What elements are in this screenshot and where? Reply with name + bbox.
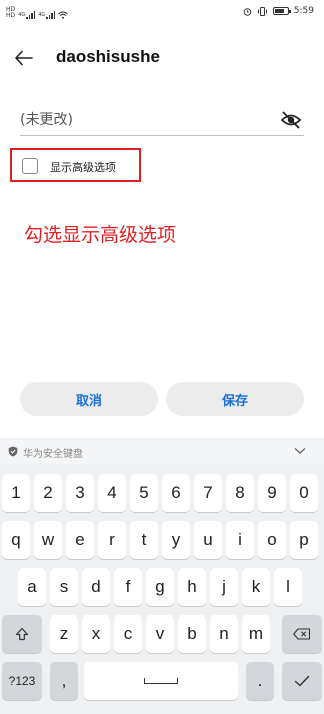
key-5[interactable]: 5 [130,474,158,512]
key-c[interactable]: c [114,615,142,653]
key-2[interactable]: 2 [34,474,62,512]
shift-key[interactable] [2,615,42,653]
status-left: HD HD 4G 4G [6,7,69,19]
eye-off-icon[interactable] [280,109,302,131]
key-7[interactable]: 7 [194,474,222,512]
key-m[interactable]: m [242,615,270,653]
hd-label-bottom: HD [6,12,16,19]
key-6[interactable]: 6 [162,474,190,512]
key-b[interactable]: b [178,615,206,653]
key-a[interactable]: a [18,568,46,606]
hd-indicator: HD HD [6,7,15,19]
key-r[interactable]: r [98,521,126,559]
key-p[interactable]: p [290,521,318,559]
signal-label-1: 4G [18,12,26,18]
shift-icon [15,627,29,641]
key-3[interactable]: 3 [66,474,94,512]
signal-icon-2: 4G [38,11,56,19]
vibrate-icon [257,6,267,16]
battery-icon [272,7,291,15]
wifi-icon [58,11,69,19]
key-9[interactable]: 9 [258,474,286,512]
key-v[interactable]: v [146,615,174,653]
page-title: daoshisushe [56,47,160,66]
space-icon [144,678,178,684]
signal-icon-1: 4G [18,11,36,19]
key-z[interactable]: z [50,615,78,653]
alarm-icon [243,7,252,16]
key-o[interactable]: o [258,521,286,559]
key-t[interactable]: t [130,521,158,559]
backspace-key[interactable] [282,615,322,653]
key-q[interactable]: q [2,521,30,559]
key-e[interactable]: e [66,521,94,559]
key-y[interactable]: y [162,521,190,559]
cancel-button[interactable]: 取消 [20,382,158,416]
signal-label-2: 4G [38,12,46,18]
key-l[interactable]: l [274,568,302,606]
status-bar: HD HD 4G 4G 5:59 [0,0,324,26]
key-d[interactable]: d [82,568,110,606]
backspace-icon [293,628,311,640]
key-f[interactable]: f [114,568,142,606]
key-n[interactable]: n [210,615,238,653]
keyboard: 华为安全键盘 1 2 3 4 5 6 7 8 9 0 q w e r t y u… [0,438,324,714]
key-i[interactable]: i [226,521,254,559]
comma-key[interactable]: , [50,662,78,700]
key-w[interactable]: w [34,521,62,559]
shield-icon [8,446,18,457]
key-4[interactable]: 4 [98,474,126,512]
key-x[interactable]: x [82,615,110,653]
chevron-down-icon[interactable] [294,447,306,455]
checkmark-icon [294,675,310,687]
symbols-key[interactable]: ?123 [2,662,42,700]
key-g[interactable]: g [146,568,174,606]
advanced-options-checkbox[interactable] [22,158,38,174]
key-1[interactable]: 1 [2,474,30,512]
key-h[interactable]: h [178,568,206,606]
key-0[interactable]: 0 [290,474,318,512]
save-button[interactable]: 保存 [166,382,304,416]
password-input[interactable] [20,108,270,132]
keyboard-title: 华为安全键盘 [23,449,83,460]
annotation-text: 勾选显示高级选项 [24,224,177,246]
header: daoshisushe [0,38,324,78]
keyboard-header: 华为安全键盘 [0,438,324,464]
key-u[interactable]: u [194,521,222,559]
status-time: 5:59 [293,6,314,16]
back-arrow-icon[interactable] [14,48,34,68]
key-j[interactable]: j [210,568,238,606]
key-s[interactable]: s [50,568,78,606]
key-8[interactable]: 8 [226,474,254,512]
space-key[interactable] [84,662,238,700]
advanced-options-highlight: 显示高级选项 [10,148,141,182]
password-field [20,104,304,136]
period-key[interactable]: . [246,662,274,700]
advanced-options-label[interactable]: 显示高级选项 [50,159,116,175]
status-right: 5:59 [243,6,314,16]
done-key[interactable] [282,662,322,700]
key-k[interactable]: k [242,568,270,606]
